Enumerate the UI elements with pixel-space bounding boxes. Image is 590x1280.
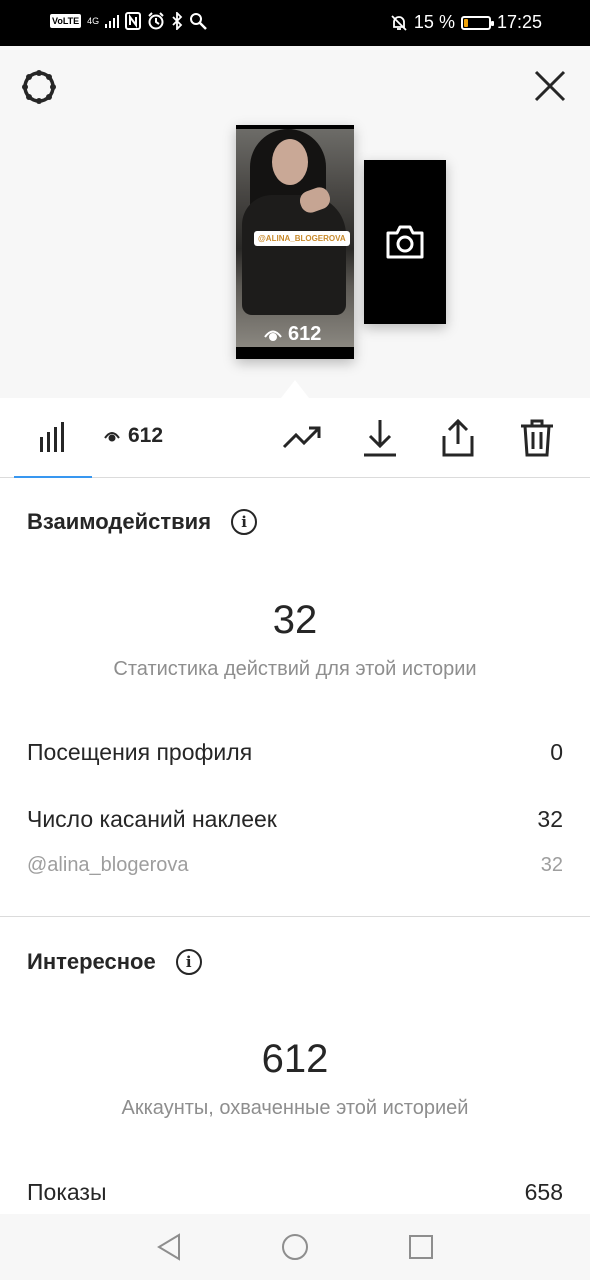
close-button[interactable] bbox=[532, 66, 568, 106]
tab-viewers[interactable]: 612 bbox=[104, 424, 163, 448]
sticker-taps-label: Число касаний наклеек bbox=[27, 806, 277, 832]
interactions-title: Взаимодействия bbox=[27, 509, 212, 534]
download-button[interactable] bbox=[358, 416, 402, 460]
status-icons-left: VoLTE 4G bbox=[50, 12, 208, 30]
mention-sticker-label[interactable]: @alina_blogerova bbox=[27, 854, 189, 877]
discovery-total: 612 bbox=[261, 1037, 329, 1081]
add-story-card[interactable] bbox=[364, 160, 446, 324]
story-photo: @ALINA_BLOGEROVA bbox=[236, 129, 354, 347]
story-preview-area: @ALINA_BLOGEROVA 612 bbox=[0, 46, 590, 398]
share-icon bbox=[442, 418, 474, 457]
settings-icon bbox=[22, 70, 56, 104]
info-icon[interactable]: i bbox=[175, 949, 202, 975]
mute-notifications-icon bbox=[391, 14, 407, 31]
thumbnail-views: 612 bbox=[264, 323, 321, 346]
viewers-count: 612 bbox=[128, 424, 164, 447]
battery-percent: 15 % bbox=[413, 12, 455, 32]
mention-sticker-value: 32 bbox=[540, 854, 563, 876]
back-button[interactable] bbox=[154, 1232, 184, 1262]
nfc-icon bbox=[125, 12, 142, 30]
promote-button[interactable] bbox=[280, 416, 324, 460]
interactions-total: 32 bbox=[272, 598, 318, 642]
profile-visits-label: Посещения профиля bbox=[27, 739, 253, 765]
discovery-title: Интересное bbox=[27, 949, 156, 974]
back-icon bbox=[157, 1233, 180, 1261]
battery-icon bbox=[460, 15, 494, 30]
photo-face bbox=[272, 139, 308, 185]
thumbnail-views-count: 612 bbox=[288, 323, 322, 345]
section-divider bbox=[0, 916, 590, 917]
recents-button[interactable] bbox=[406, 1232, 436, 1262]
impressions-value: 658 bbox=[524, 1179, 563, 1205]
search-icon bbox=[190, 13, 208, 30]
download-icon bbox=[364, 420, 396, 457]
eye-icon bbox=[104, 432, 120, 442]
discovery-header: Интересное i bbox=[27, 949, 202, 975]
selection-pointer bbox=[281, 380, 309, 398]
info-icon[interactable]: i bbox=[231, 509, 258, 535]
discovery-caption: Аккаунты, охваченные этой историей bbox=[121, 1097, 469, 1119]
home-button[interactable] bbox=[280, 1232, 310, 1262]
trash-icon bbox=[521, 419, 553, 457]
home-icon bbox=[282, 1234, 308, 1260]
system-nav-bar bbox=[0, 1214, 590, 1280]
settings-button[interactable] bbox=[18, 66, 60, 108]
recents-icon bbox=[409, 1235, 433, 1259]
close-icon bbox=[534, 70, 566, 102]
sticker-taps-value: 32 bbox=[537, 806, 563, 832]
volte-badge: VoLTE bbox=[50, 14, 82, 28]
status-bar: VoLTE 4G 15 % 17:25 bbox=[0, 0, 590, 46]
profile-visits-value: 0 bbox=[550, 739, 563, 765]
status-icons-right: 15 % 17:25 bbox=[390, 12, 542, 33]
photo-body bbox=[242, 195, 346, 315]
story-toolbar: 612 bbox=[0, 398, 590, 478]
interactions-header: Взаимодействия i bbox=[27, 509, 258, 535]
network-type: 4G bbox=[87, 16, 100, 26]
share-button[interactable] bbox=[436, 416, 480, 460]
signal-icon bbox=[105, 15, 120, 28]
story-thumbnail[interactable]: @ALINA_BLOGEROVA 612 bbox=[236, 125, 354, 359]
bar-chart-icon bbox=[40, 422, 64, 452]
camera-icon bbox=[386, 225, 424, 259]
impressions-label: Показы bbox=[27, 1179, 107, 1205]
eye-icon bbox=[264, 330, 282, 341]
bluetooth-icon bbox=[172, 12, 183, 30]
status-time: 17:25 bbox=[496, 12, 542, 32]
trend-icon bbox=[282, 426, 321, 449]
interactions-caption: Статистика действий для этой истории bbox=[113, 658, 477, 680]
delete-button[interactable] bbox=[515, 416, 559, 460]
mention-sticker: @ALINA_BLOGEROVA bbox=[254, 231, 350, 246]
tab-insights[interactable] bbox=[14, 398, 92, 478]
alarm-icon bbox=[148, 12, 164, 30]
